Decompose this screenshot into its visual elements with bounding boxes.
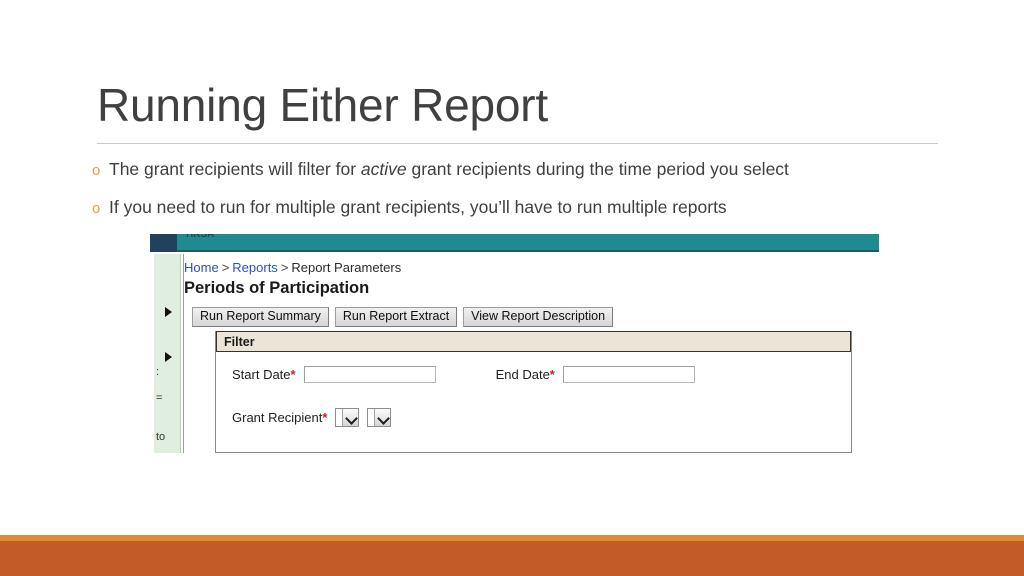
chevron-down-icon <box>377 412 391 425</box>
list-item: o The grant recipients will filter for ac… <box>92 159 972 180</box>
page-title: Running Either Report <box>97 79 548 131</box>
app-header-bar: HRSA <box>150 234 879 252</box>
end-date-label-text: End Date <box>495 367 550 383</box>
sidebar-cut-label: : <box>156 366 160 378</box>
expand-triangle-icon[interactable] <box>165 352 172 362</box>
expand-triangle-icon[interactable] <box>165 307 172 317</box>
sidebar-cut-label: = <box>156 392 163 404</box>
grant-recipient-select-primary[interactable] <box>335 408 360 427</box>
sidebar-cut-label: to <box>156 431 166 443</box>
required-asterisk-icon: * <box>549 367 555 383</box>
breadcrumb-current: Report Parameters <box>291 260 402 275</box>
chevron-down-icon <box>345 412 359 425</box>
breadcrumb-link-home[interactable]: Home <box>184 260 219 275</box>
bullet-text-emphasis: active <box>360 159 407 179</box>
list-item-text: If you need to run for multiple grant re… <box>109 197 727 217</box>
report-title: Periods of Participation <box>184 279 370 297</box>
bullet-marker-icon: o <box>92 200 101 217</box>
list-item: o If you need to run for multiple grant r… <box>92 197 972 218</box>
app-sidebar: : = to <box>154 254 181 453</box>
footer-bar <box>0 541 1024 576</box>
report-action-buttons: Run Report Summary Run Report Extract View… <box>192 307 619 327</box>
start-date-label-text: Start Date <box>232 367 291 383</box>
bullet-marker-icon: o <box>92 162 101 179</box>
breadcrumb: Home > Reports > Report Parameters <box>184 260 401 275</box>
title-divider <box>97 143 938 144</box>
bullet-text-post: grant recipients during the time period … <box>406 159 789 179</box>
app-content-area: Home > Reports > Report Parameters Periods o… <box>184 254 879 453</box>
end-date-input[interactable] <box>562 366 695 384</box>
grant-recipient-row: Grant Recipient* <box>232 408 392 430</box>
filter-panel-header: Filter <box>216 331 851 352</box>
list-item-text: The grant recipients will filter for act… <box>109 159 789 179</box>
filter-panel-title: Filter <box>224 335 255 349</box>
embedded-app-screenshot: HRSA : = to Home>Reports>Report Paramete… <box>150 234 879 453</box>
bullet-text-pre: If you need to run for multiple grant re… <box>109 197 727 217</box>
start-date-label: Start Date* <box>232 367 296 382</box>
view-report-description-button[interactable]: View Report Description <box>463 307 614 327</box>
grant-recipient-select-secondary[interactable] <box>367 408 392 427</box>
breadcrumb-link-reports[interactable]: Reports <box>232 260 278 275</box>
grant-recipient-label-text: Grant Recipient <box>232 410 323 425</box>
required-asterisk-icon: * <box>322 410 328 425</box>
end-date-label: End Date* <box>496 367 555 382</box>
select-button <box>374 409 391 426</box>
required-asterisk-icon: * <box>290 367 296 383</box>
breadcrumb-separator: > <box>221 260 230 275</box>
run-report-extract-button[interactable]: Run Report Extract <box>334 307 458 327</box>
select-button <box>342 409 359 426</box>
date-fields-row: Start Date* End Date* <box>232 366 695 388</box>
run-report-summary-button[interactable]: Run Report Summary <box>192 307 329 327</box>
grant-recipient-label: Grant Recipient* <box>232 410 327 425</box>
breadcrumb-separator: > <box>280 260 289 275</box>
bullet-text-pre: The grant recipients will filter for <box>109 159 361 179</box>
start-date-input[interactable] <box>303 366 436 384</box>
filter-panel: Filter Start Date* End Date* Grant Recipi… <box>215 331 852 453</box>
app-header-cut-text: HRSA <box>186 234 214 238</box>
app-logo-block <box>150 234 177 252</box>
